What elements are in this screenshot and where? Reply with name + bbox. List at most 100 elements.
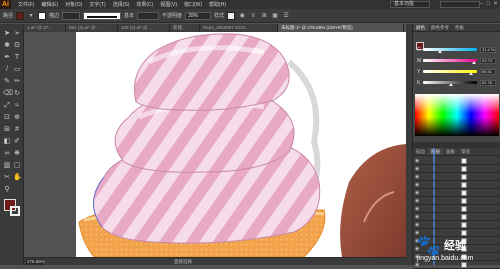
tab-color[interactable]: 颜色	[413, 24, 428, 31]
eye-icon[interactable]: ◉	[415, 157, 421, 165]
slider-thumb[interactable]	[469, 72, 474, 75]
doc-tab-4[interactable]: 新建...	[170, 24, 200, 32]
slider-thumb[interactable]	[471, 61, 476, 64]
type-icon[interactable]: T	[13, 54, 21, 62]
layer-row[interactable]: ◉	[413, 189, 500, 197]
shape-builder-icon[interactable]: ⊕	[13, 114, 21, 122]
menu-window[interactable]: 窗口(W)	[184, 1, 202, 8]
blend-icon[interactable]: ∞	[3, 150, 11, 158]
slider-track[interactable]	[423, 81, 477, 86]
style-swatch[interactable]	[227, 11, 236, 20]
slider-value-field[interactable]: 93.73	[480, 57, 496, 64]
fill-dropdown-icon[interactable]: ▾	[27, 12, 35, 20]
layer-row[interactable]: ◉	[413, 181, 500, 189]
stroke-swatch[interactable]	[10, 206, 20, 216]
menu-type[interactable]: 文字(T)	[89, 1, 105, 8]
free-transform-icon[interactable]: ⊡	[3, 114, 11, 122]
gradient-icon[interactable]: ◧	[3, 138, 11, 146]
stroke-color-swatch[interactable]	[38, 11, 47, 20]
eye-icon[interactable]: ◉	[415, 181, 421, 189]
ice-cream-artwork[interactable]	[24, 32, 406, 257]
lasso-icon[interactable]: ʘ	[13, 42, 21, 50]
menu-help[interactable]: 帮助(H)	[209, 1, 226, 8]
eraser-icon[interactable]: ⌫	[3, 90, 13, 98]
menu-edit[interactable]: 编辑(E)	[41, 1, 58, 8]
graph-icon[interactable]: ▥	[3, 162, 11, 170]
slider-thumb[interactable]	[449, 83, 454, 86]
slider-thumb[interactable]	[437, 50, 442, 53]
selection-icon[interactable]: ➤	[3, 30, 11, 38]
layer-row[interactable]: ◉	[413, 165, 500, 173]
line-icon[interactable]: /	[3, 66, 11, 74]
tab-artboards[interactable]: 画板	[443, 148, 458, 155]
layer-row[interactable]: ◉	[413, 157, 500, 165]
direct-selection-icon[interactable]: ➢	[13, 30, 21, 38]
slider-track[interactable]	[423, 59, 477, 64]
recolor-icon[interactable]: ◉	[238, 12, 246, 20]
minimize-button[interactable]: –	[480, 0, 483, 9]
brush-field[interactable]	[137, 11, 160, 20]
zoom-field[interactable]: 276.68%	[26, 259, 45, 265]
tab-gradient[interactable]: 渐变	[458, 148, 473, 155]
eye-icon[interactable]: ◉	[415, 213, 421, 221]
isolate-icon[interactable]: ▣	[271, 12, 279, 20]
doc-tab-5[interactable]: Nepa_4050997 2010...	[200, 24, 278, 32]
menu-select[interactable]: 选择(S)	[113, 1, 130, 8]
workspace-switcher[interactable]: 基本功能	[390, 1, 430, 8]
menu-effect[interactable]: 效果(C)	[136, 1, 153, 8]
slider-value-field[interactable]: 89.41	[480, 68, 496, 75]
color-spectrum[interactable]	[415, 94, 499, 136]
doc-tab-1[interactable]: 1.ai* @ 27...	[24, 24, 66, 32]
eye-icon[interactable]: ◉	[415, 165, 421, 173]
slider-value-field[interactable]: 51.76	[480, 79, 496, 86]
menu-object[interactable]: 对象(O)	[65, 1, 82, 8]
eye-icon[interactable]: ◉	[415, 173, 421, 181]
pencil-icon[interactable]: ✏	[13, 78, 21, 86]
fill-color-swatch[interactable]	[16, 11, 25, 20]
doc-tab-active[interactable]: 未标题-1* @ 276.68% (CMYK/预览)	[278, 24, 404, 32]
menu-file[interactable]: 文件(F)	[18, 1, 34, 8]
layer-row[interactable]: ◉	[413, 213, 500, 221]
tab-swatches[interactable]: 色板	[452, 24, 467, 31]
align-icon[interactable]: ≡	[249, 12, 257, 20]
eye-icon[interactable]: ◉	[415, 197, 421, 205]
close-button[interactable]: ✕	[493, 0, 498, 9]
slice-icon[interactable]: ✂	[3, 174, 11, 182]
hand-icon[interactable]: ✋	[13, 174, 22, 182]
rotate-icon[interactable]: ↻	[13, 90, 21, 98]
eye-icon[interactable]: ◉	[415, 221, 421, 229]
layer-row[interactable]: ◉	[413, 205, 500, 213]
arrange-icon[interactable]: ☰	[282, 12, 290, 20]
slider-track[interactable]	[423, 70, 477, 75]
search-input[interactable]	[440, 1, 480, 8]
magic-wand-icon[interactable]: ✱	[3, 42, 11, 50]
transform-icon[interactable]: ⊞	[260, 12, 268, 20]
eye-icon[interactable]: ◉	[415, 205, 421, 213]
stroke-weight-field[interactable]	[62, 11, 81, 20]
opacity-label[interactable]: 不透明度	[162, 12, 182, 19]
eye-icon[interactable]: ◉	[415, 189, 421, 197]
perspective-icon[interactable]: ⊞	[3, 126, 11, 134]
scale-icon[interactable]: ⤢	[3, 102, 11, 110]
collapsed-panel-icons[interactable]	[406, 24, 413, 265]
pen-icon[interactable]: ✒	[3, 54, 11, 62]
slider-value-field[interactable]: 31.4 %	[480, 46, 496, 53]
artboard-icon[interactable]: ▢	[13, 162, 21, 170]
layer-row[interactable]: ◉	[413, 221, 500, 229]
slider-track[interactable]	[423, 48, 477, 53]
opacity-field[interactable]: 39%	[185, 11, 212, 20]
layer-row[interactable]: ◉	[413, 197, 500, 205]
doc-tab-3[interactable]: 129 (3).ai* @ ...	[118, 24, 170, 32]
zoom-icon[interactable]: ⚲	[3, 186, 11, 194]
doc-tab-2[interactable]: 081 (2).ai* @ ...	[66, 24, 118, 32]
mesh-icon[interactable]: #	[13, 126, 21, 134]
tab-stroke[interactable]: 描边	[413, 148, 428, 155]
layer-row[interactable]: ◉	[413, 173, 500, 181]
canvas-area[interactable]	[24, 32, 406, 257]
symbol-sprayer-icon[interactable]: ❋	[13, 150, 21, 158]
width-icon[interactable]: ≈	[13, 102, 21, 110]
tab-layers[interactable]: 图层	[428, 148, 443, 155]
maximize-button[interactable]: □	[486, 0, 490, 9]
eyedropper-icon[interactable]: ✐	[13, 138, 21, 146]
menu-view[interactable]: 视图(V)	[160, 1, 177, 8]
